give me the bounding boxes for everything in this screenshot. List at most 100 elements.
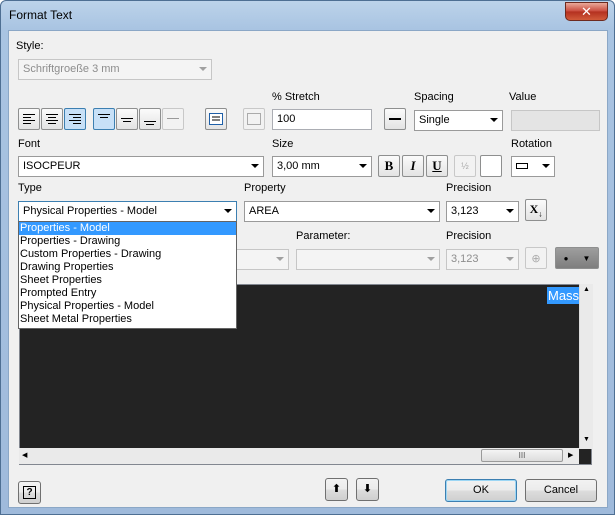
property-label: Property	[244, 182, 286, 194]
line-spacing-icon	[389, 113, 401, 125]
chevron-down-icon	[542, 164, 550, 168]
move-up-button[interactable]: ⬆	[325, 478, 348, 501]
arrow-up-icon: ⬆	[331, 483, 342, 495]
chevron-down-icon	[251, 164, 259, 168]
arrow-down-icon: ⬇	[362, 483, 373, 495]
font-label: Font	[18, 138, 41, 150]
spacing-select[interactable]: Single	[414, 110, 503, 131]
precision2-select: 3,123	[446, 249, 519, 270]
rotation-icon	[516, 163, 528, 169]
type-dropdown-list[interactable]: Properties - Model Properties - Drawing …	[18, 221, 237, 329]
fraction-icon: ½	[461, 161, 469, 171]
style-select: Schriftgroeße 3 mm	[18, 59, 212, 80]
add-text-parameter-icon: X↓	[529, 201, 543, 219]
selected-text[interactable]: Mass	[547, 287, 581, 304]
help-button[interactable]: ?	[18, 481, 41, 504]
vertical-scrollbar[interactable]: ▲ ▼	[579, 284, 593, 449]
ok-button[interactable]: OK	[445, 479, 517, 502]
stretch-label: % Stretch	[272, 91, 320, 103]
align-right-button[interactable]	[64, 108, 86, 130]
italic-button[interactable]: I	[402, 155, 424, 177]
spacing-label: Spacing	[414, 91, 454, 103]
chevron-down-icon	[506, 257, 514, 261]
stack-text-button	[162, 108, 184, 130]
chevron-down-icon	[199, 67, 207, 71]
chevron-down-icon	[359, 164, 367, 168]
precision2-value: 3,123	[451, 253, 479, 265]
list-item[interactable]: Custom Properties - Drawing	[19, 248, 236, 261]
dialog-client: Style: Schriftgroeße 3 mm % Stretch 100 …	[8, 30, 608, 508]
list-item[interactable]: Sheet Metal Properties	[19, 313, 236, 326]
type-select[interactable]: Physical Properties - Model	[18, 201, 237, 222]
size-select[interactable]: 3,00 mm	[272, 156, 372, 177]
precision-select[interactable]: 3,123	[446, 201, 519, 222]
stack-icon	[167, 113, 179, 125]
fit-icon	[247, 113, 261, 125]
parameter-label: Parameter:	[296, 230, 351, 242]
type-label: Type	[18, 182, 42, 194]
precision-label: Precision	[446, 182, 492, 194]
chevron-down-icon	[276, 257, 284, 261]
list-item[interactable]: Properties - Drawing	[19, 235, 236, 248]
align-left-button[interactable]	[18, 108, 40, 130]
chevron-down-icon: ▼	[582, 253, 591, 263]
align-right-icon	[69, 113, 81, 125]
align-bottom-button[interactable]	[139, 108, 161, 130]
align-middle-button[interactable]	[116, 108, 138, 130]
chevron-down-icon	[506, 209, 514, 213]
value-label: Value	[509, 91, 537, 103]
scroll-left-icon: ◀	[22, 452, 28, 459]
format-text-dialog: Format Text ✕ Style: Schriftgroeße 3 mm …	[0, 0, 615, 515]
line-spacing-button[interactable]	[384, 108, 406, 130]
rotation-select[interactable]	[511, 156, 555, 177]
parameter-select	[296, 249, 440, 270]
window-title: Format Text	[9, 8, 73, 22]
scroll-up-icon: ▲	[583, 286, 590, 293]
help-icon: ?	[23, 486, 36, 499]
text-frame-button[interactable]	[205, 108, 227, 130]
property-value: AREA	[249, 205, 279, 217]
symbol-icon: ⊕	[531, 252, 541, 265]
style-label: Style:	[16, 40, 44, 52]
size-label: Size	[272, 138, 294, 150]
align-center-button[interactable]	[41, 108, 63, 130]
horizontal-scrollbar[interactable]: ◀ III ▶	[19, 448, 579, 464]
dot-icon: ●	[563, 253, 569, 263]
property-select[interactable]: AREA	[244, 201, 440, 222]
style-value: Schriftgroeße 3 mm	[23, 63, 120, 75]
font-select[interactable]: ISOCPEUR	[18, 156, 264, 177]
scroll-thumb[interactable]: III	[481, 449, 563, 462]
align-top-icon	[98, 113, 110, 125]
list-item[interactable]: Prompted Entry	[19, 287, 236, 300]
move-down-button[interactable]: ⬇	[356, 478, 379, 501]
spacing-value: Single	[419, 114, 450, 126]
bold-button[interactable]: B	[378, 155, 400, 177]
list-item[interactable]: Sheet Properties	[19, 274, 236, 287]
scroll-right-icon: ▶	[568, 452, 574, 459]
align-bottom-icon	[144, 113, 156, 125]
close-button[interactable]: ✕	[565, 2, 608, 21]
cancel-button[interactable]: Cancel	[525, 479, 597, 502]
fraction-button: ½	[454, 155, 476, 177]
stretch-input[interactable]: 100	[272, 109, 372, 130]
scroll-down-icon: ▼	[583, 436, 590, 443]
type-value: Physical Properties - Model	[23, 205, 157, 217]
symbol-button: ⊕	[525, 247, 547, 269]
rotation-label: Rotation	[511, 138, 552, 150]
model-select	[236, 249, 289, 270]
add-parameter-button[interactable]: X↓	[525, 199, 547, 221]
align-middle-icon	[121, 113, 133, 125]
list-item[interactable]: Physical Properties - Model	[19, 300, 236, 313]
align-top-button[interactable]	[93, 108, 115, 130]
chevron-down-icon	[490, 118, 498, 122]
align-left-icon	[23, 113, 35, 125]
underline-button[interactable]: U	[426, 155, 448, 177]
list-item[interactable]: Drawing Properties	[19, 261, 236, 274]
font-value: ISOCPEUR	[23, 160, 81, 172]
precision2-label: Precision	[446, 230, 492, 242]
color-button[interactable]	[480, 155, 502, 177]
symbol-select[interactable]: ● ▼	[555, 247, 599, 269]
chevron-down-icon	[224, 209, 232, 213]
text-frame-icon	[209, 113, 223, 125]
list-item[interactable]: Properties - Model	[19, 222, 236, 235]
